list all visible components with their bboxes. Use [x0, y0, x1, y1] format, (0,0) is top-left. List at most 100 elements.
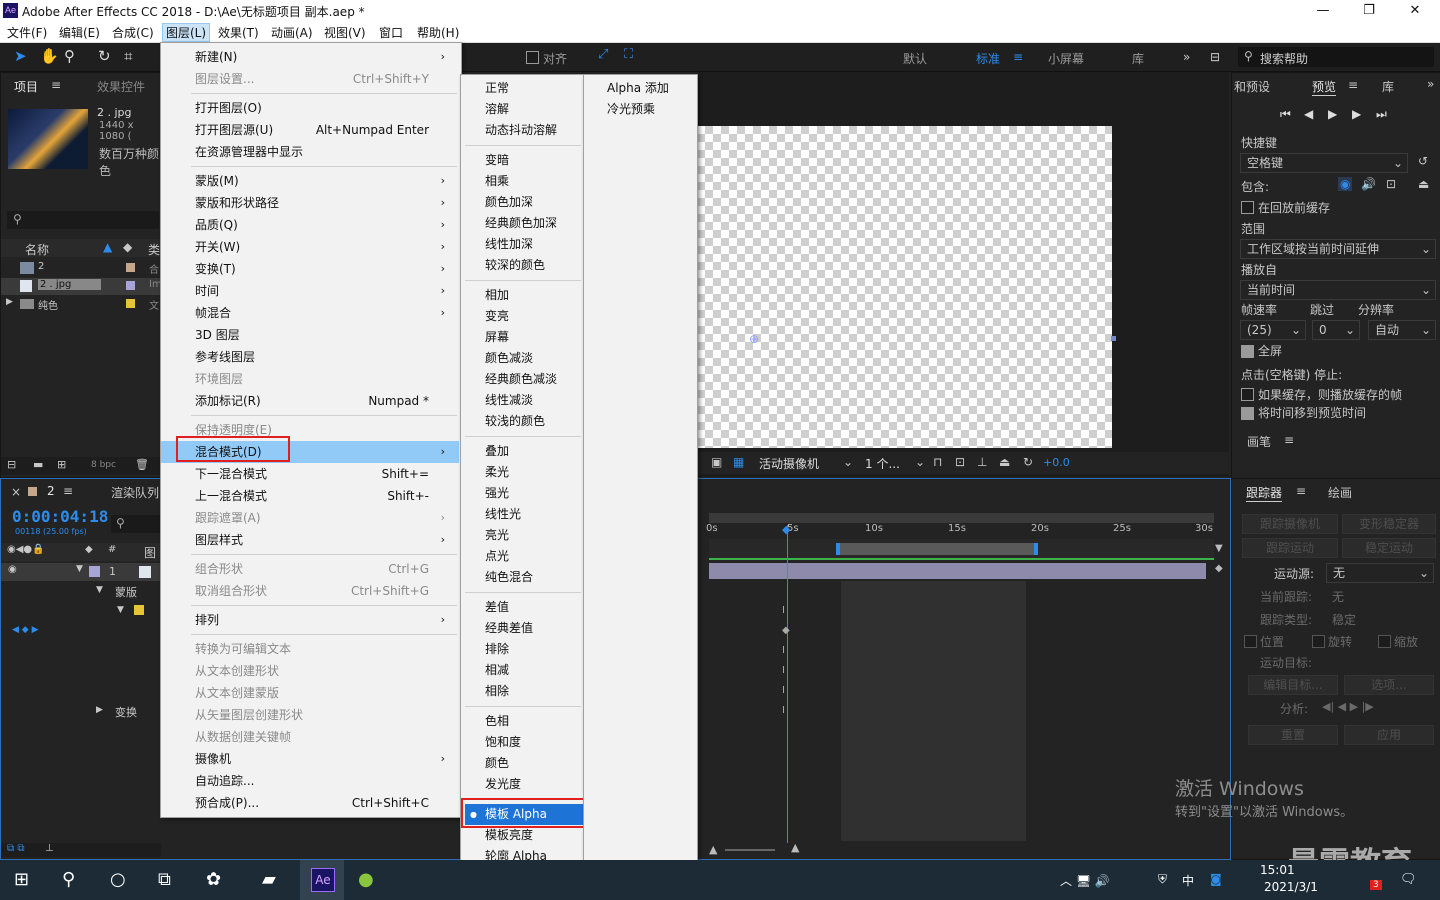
selection-tool-icon[interactable]: ➤	[14, 47, 27, 65]
input-language[interactable]: 中	[1182, 872, 1194, 889]
layer-handle-icon[interactable]: ◆	[1215, 563, 1223, 574]
blend-mode-item[interactable]: 较浅的颜色	[485, 411, 545, 432]
bpc-label[interactable]: 8 bpc	[91, 460, 116, 470]
maximize-button[interactable]: ❐	[1346, 0, 1392, 22]
app-ball-icon[interactable]: ●	[358, 869, 374, 890]
notification-icon[interactable]: 🗨	[1400, 872, 1417, 887]
blend-mode-item[interactable]: 相加	[485, 285, 509, 306]
blend-mode-item[interactable]: 模板亮度	[485, 825, 533, 846]
workspace-small-screen[interactable]: 小屏幕	[1048, 50, 1084, 67]
expand-arrow-icon[interactable]: ▼	[96, 585, 103, 595]
menu-composition[interactable]: 合成(C)	[109, 24, 157, 41]
blend-mode-item[interactable]: 颜色	[485, 753, 509, 774]
hand-tool-icon[interactable]: ✋	[40, 47, 59, 65]
trash-icon[interactable]: 🗑	[135, 458, 149, 471]
blend-mode-item[interactable]: 线性光	[485, 504, 521, 525]
menu-view[interactable]: 视图(V)	[321, 24, 369, 41]
position-checkbox[interactable]	[1244, 635, 1257, 648]
layer-menu-item[interactable]: 时间 ›	[161, 280, 459, 302]
snap-icon[interactable]: ⤢	[598, 47, 608, 62]
tab-menu-icon[interactable]: ≡	[1348, 78, 1358, 92]
alpha-menu-item[interactable]: Alpha 添加	[607, 78, 669, 99]
blend-mode-item[interactable]: 差值	[485, 597, 509, 618]
edit-target-button[interactable]: 编辑目标...	[1248, 675, 1338, 695]
zoom-tool-icon[interactable]: ⚲	[64, 47, 75, 65]
blend-mode-item[interactable]: 颜色减淡	[485, 348, 533, 369]
rotation-checkbox[interactable]	[1312, 635, 1325, 648]
time-graph[interactable]: 0s 5s 10s 15s 20s 25s 30s ◆ I ◆ I I I I …	[701, 479, 1229, 857]
cortana-icon[interactable]: ○	[110, 869, 126, 890]
menu-window[interactable]: 窗口	[376, 24, 406, 41]
alpha-menu-item[interactable]: 冷光预乘	[607, 99, 655, 120]
first-frame-icon[interactable]: ⏮	[1280, 107, 1291, 122]
layer-menu-item[interactable]: 图层样式 ›	[161, 529, 459, 551]
range-dropdown[interactable]: 工作区域按当前时间延伸 ⌄	[1240, 239, 1436, 259]
ae-taskbar-app[interactable]: Ae	[300, 860, 344, 900]
region-icon[interactable]: ⊡	[955, 455, 965, 469]
layer-menu-item[interactable]: 参考线图层	[161, 346, 459, 368]
last-frame-icon[interactable]: ⏭	[1376, 107, 1387, 122]
anchor-point-icon[interactable]: ⊕	[749, 332, 759, 346]
layer-menu-item[interactable]: 新建(N) ›	[161, 46, 459, 68]
project-search[interactable]: ⚲	[7, 211, 159, 229]
blend-mode-item[interactable]: 点光	[485, 546, 509, 567]
tab-menu-icon[interactable]: ≡	[51, 78, 61, 92]
fast-preview-icon[interactable]: ⏏	[999, 455, 1010, 469]
rotate-tool-icon[interactable]: ↻	[98, 47, 111, 65]
blend-mode-item[interactable]: 发光度	[485, 774, 521, 795]
current-track-value[interactable]: 无	[1332, 588, 1344, 605]
blend-mode-item[interactable]: 相除	[485, 681, 509, 702]
work-area-bar[interactable]	[709, 513, 1214, 523]
keyframe-icon[interactable]: ◆	[782, 625, 790, 636]
blend-mode-item[interactable]: 较深的颜色	[485, 255, 545, 276]
new-folder-icon[interactable]: ▬	[33, 458, 43, 471]
menu-help[interactable]: 帮助(H)	[414, 24, 462, 41]
tab-paint[interactable]: 绘画	[1328, 484, 1352, 501]
views-dropdown[interactable]: 1 个...	[865, 455, 900, 472]
blend-mode-item[interactable]: 饱和度	[485, 732, 521, 753]
keyframe-icon[interactable]: I	[782, 685, 785, 696]
layer-menu-item[interactable]: 打开图层源(U) Alt+Numpad Enter	[161, 119, 459, 141]
audio-icon[interactable]: 🔊	[1361, 177, 1376, 191]
warp-stabilizer-button[interactable]: 变形稳定器	[1342, 514, 1436, 534]
menu-animation[interactable]: 动画(A)	[268, 24, 316, 41]
scale-checkbox[interactable]	[1378, 635, 1391, 648]
blend-mode-item[interactable]: 溶解	[485, 99, 509, 120]
zoom-out-icon[interactable]: ▲	[709, 843, 717, 856]
help-search-box[interactable]: ⚲ 搜索帮助	[1238, 47, 1434, 67]
tray-icons[interactable]: ︿ 🖥 🔊	[1060, 872, 1110, 889]
blend-mode-item[interactable]: 线性加深	[485, 234, 533, 255]
blend-mode-item[interactable]: 变亮	[485, 306, 509, 327]
layer-menu-item[interactable]: 蒙版(M) ›	[161, 170, 459, 192]
project-row[interactable]: 2 合	[1, 260, 161, 277]
layer-menu-item[interactable]: 上一混合模式 Shift+-	[161, 485, 459, 507]
apply-button[interactable]: 应用	[1344, 725, 1434, 745]
skip-dropdown[interactable]: 0 ⌄	[1312, 320, 1360, 340]
play-icon[interactable]: ▶	[1328, 107, 1337, 121]
layer-menu-item[interactable]: 帧混合 ›	[161, 302, 459, 324]
tab-menu-icon[interactable]: ≡	[63, 484, 73, 498]
keyframe-icon[interactable]: I	[782, 705, 785, 716]
fps-dropdown[interactable]: (25) ⌄	[1240, 320, 1306, 340]
reset-icon[interactable]: ↺	[1418, 154, 1428, 168]
mask-color-swatch[interactable]	[134, 605, 144, 615]
blend-mode-item[interactable]: 相乘	[485, 171, 509, 192]
keyframe-nav-icon[interactable]: ◀ ◆ ▶	[12, 625, 39, 635]
zoom-slider[interactable]	[725, 849, 775, 851]
tab-effects[interactable]: 效果控件	[97, 78, 145, 95]
blend-mode-item[interactable]: 亮光	[485, 525, 509, 546]
blend-mode-item[interactable]: 动态抖动溶解	[485, 120, 557, 141]
comp-mini-icon[interactable]: ⧉ ⧉	[7, 843, 24, 854]
camera-dropdown[interactable]: 活动摄像机	[759, 455, 819, 472]
blend-mode-item[interactable]: 强光	[485, 483, 509, 504]
resolution-dropdown[interactable]: 自动 ⌄	[1368, 320, 1436, 340]
menu-file[interactable]: 文件(F)	[4, 24, 50, 41]
layer-menu-item[interactable]: 自动追踪...	[161, 770, 459, 792]
next-frame-icon[interactable]: ▶	[1352, 107, 1361, 121]
layer-menu-item[interactable]: 摄像机 ›	[161, 748, 459, 770]
workspace-toggle-icon[interactable]: ⊟	[1210, 50, 1220, 64]
workspace-default[interactable]: 默认	[903, 50, 927, 67]
blend-mode-item[interactable]: 变暗	[485, 150, 509, 171]
fullscreen-checkbox[interactable]	[1241, 345, 1254, 358]
col-type[interactable]: 类	[148, 241, 160, 258]
